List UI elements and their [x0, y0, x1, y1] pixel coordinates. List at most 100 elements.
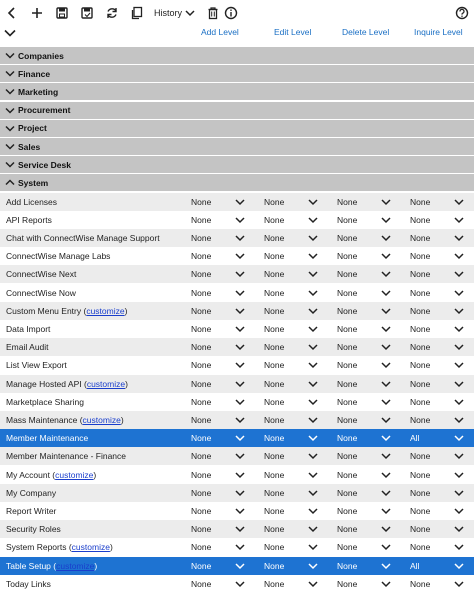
delete-level-select[interactable]: None [337, 247, 357, 265]
edit-level-select[interactable]: None [264, 211, 284, 229]
edit-level-select[interactable]: None [264, 320, 284, 338]
add-level-select[interactable]: None [191, 320, 211, 338]
inquire-level-dropdown-chevron[interactable] [454, 557, 466, 575]
add-level-dropdown-chevron[interactable] [235, 393, 247, 411]
inquire-level-dropdown-chevron[interactable] [454, 447, 466, 465]
delete-level-dropdown-chevron[interactable] [381, 193, 393, 211]
add-level-select[interactable]: None [191, 429, 211, 447]
delete-level-dropdown-chevron[interactable] [381, 247, 393, 265]
add-level-dropdown-chevron[interactable] [235, 211, 247, 229]
edit-level-select[interactable]: None [264, 393, 284, 411]
add-level-select[interactable]: None [191, 375, 211, 393]
inquire-level-dropdown-chevron[interactable] [454, 229, 466, 247]
delete-level-select[interactable]: None [337, 429, 357, 447]
add-level-select[interactable]: None [191, 356, 211, 374]
inquire-level-dropdown-chevron[interactable] [454, 265, 466, 283]
add-level-dropdown-chevron[interactable] [235, 502, 247, 520]
inquire-level-dropdown-chevron[interactable] [454, 484, 466, 502]
inquire-level-select[interactable]: None [410, 284, 430, 302]
save-and-close-icon[interactable] [79, 5, 95, 21]
delete-level-select[interactable]: None [337, 538, 357, 556]
inquire-level-select[interactable]: None [410, 375, 430, 393]
add-level-select[interactable]: None [191, 284, 211, 302]
add-level-dropdown-chevron[interactable] [235, 247, 247, 265]
section-header[interactable]: Project [0, 119, 474, 137]
delete-level-select[interactable]: None [337, 466, 357, 484]
add-icon[interactable] [29, 5, 45, 21]
edit-level-dropdown-chevron[interactable] [308, 375, 320, 393]
inquire-level-dropdown-chevron[interactable] [454, 193, 466, 211]
add-level-dropdown-chevron[interactable] [235, 411, 247, 429]
add-level-dropdown-chevron[interactable] [235, 302, 247, 320]
edit-level-dropdown-chevron[interactable] [308, 411, 320, 429]
inquire-level-select[interactable]: All [410, 557, 419, 575]
inquire-level-dropdown-chevron[interactable] [454, 538, 466, 556]
edit-level-select[interactable]: None [264, 229, 284, 247]
section-header[interactable]: Service Desk [0, 156, 474, 174]
edit-level-select[interactable]: None [264, 411, 284, 429]
add-level-dropdown-chevron[interactable] [235, 575, 247, 593]
permission-row[interactable]: Email Audit None None None None [0, 338, 474, 357]
info-icon[interactable] [223, 5, 239, 21]
inquire-level-select[interactable]: None [410, 320, 430, 338]
customize-link[interactable]: customize [87, 379, 125, 389]
permission-row[interactable]: System Reports (customize) None None None No… [0, 538, 474, 557]
customize-link[interactable]: customize [56, 561, 94, 571]
customize-link[interactable]: customize [55, 470, 93, 480]
add-level-dropdown-chevron[interactable] [235, 320, 247, 338]
edit-level-select[interactable]: None [264, 429, 284, 447]
add-level-dropdown-chevron[interactable] [235, 284, 247, 302]
delete-level-header[interactable]: Delete Level [342, 27, 389, 37]
inquire-level-dropdown-chevron[interactable] [454, 429, 466, 447]
add-level-select[interactable]: None [191, 447, 211, 465]
add-level-select[interactable]: None [191, 466, 211, 484]
inquire-level-select[interactable]: None [410, 447, 430, 465]
inquire-level-select[interactable]: None [410, 520, 430, 538]
add-level-dropdown-chevron[interactable] [235, 193, 247, 211]
edit-level-dropdown-chevron[interactable] [308, 520, 320, 538]
permission-row[interactable]: Today Links None None None None [0, 574, 474, 593]
delete-level-dropdown-chevron[interactable] [381, 302, 393, 320]
section-header[interactable]: Sales [0, 138, 474, 155]
copy-icon[interactable] [129, 5, 145, 21]
edit-level-dropdown-chevron[interactable] [308, 575, 320, 593]
customize-link[interactable]: customize [83, 415, 121, 425]
edit-level-dropdown-chevron[interactable] [308, 484, 320, 502]
delete-level-select[interactable]: None [337, 502, 357, 520]
delete-level-dropdown-chevron[interactable] [381, 484, 393, 502]
delete-level-dropdown-chevron[interactable] [381, 520, 393, 538]
edit-level-select[interactable]: None [264, 466, 284, 484]
customize-link[interactable]: customize [72, 542, 110, 552]
inquire-level-select[interactable]: None [410, 575, 430, 593]
edit-level-dropdown-chevron[interactable] [308, 338, 320, 356]
delete-icon[interactable] [205, 5, 221, 21]
delete-level-select[interactable]: None [337, 411, 357, 429]
add-level-dropdown-chevron[interactable] [235, 338, 247, 356]
add-level-select[interactable]: None [191, 302, 211, 320]
delete-level-select[interactable]: None [337, 575, 357, 593]
refresh-icon[interactable] [104, 5, 120, 21]
add-level-select[interactable]: None [191, 247, 211, 265]
delete-level-select[interactable]: None [337, 211, 357, 229]
inquire-level-dropdown-chevron[interactable] [454, 575, 466, 593]
delete-level-dropdown-chevron[interactable] [381, 375, 393, 393]
delete-level-select[interactable]: None [337, 356, 357, 374]
history-dropdown[interactable]: History [154, 6, 195, 20]
add-level-dropdown-chevron[interactable] [235, 429, 247, 447]
permission-row[interactable]: API Reports None None None None [0, 210, 474, 229]
add-level-select[interactable]: None [191, 520, 211, 538]
delete-level-select[interactable]: None [337, 447, 357, 465]
inquire-level-select[interactable]: None [410, 229, 430, 247]
back-icon[interactable] [4, 5, 20, 21]
add-level-select[interactable]: None [191, 484, 211, 502]
add-level-dropdown-chevron[interactable] [235, 557, 247, 575]
edit-level-select[interactable]: None [264, 520, 284, 538]
edit-level-select[interactable]: None [264, 284, 284, 302]
edit-level-select[interactable]: None [264, 447, 284, 465]
delete-level-dropdown-chevron[interactable] [381, 557, 393, 575]
delete-level-select[interactable]: None [337, 375, 357, 393]
delete-level-dropdown-chevron[interactable] [381, 320, 393, 338]
permission-row[interactable]: Report Writer None None None None [0, 502, 474, 520]
inquire-level-dropdown-chevron[interactable] [454, 411, 466, 429]
permission-row[interactable]: Member Maintenance - Finance None None None… [0, 447, 474, 466]
